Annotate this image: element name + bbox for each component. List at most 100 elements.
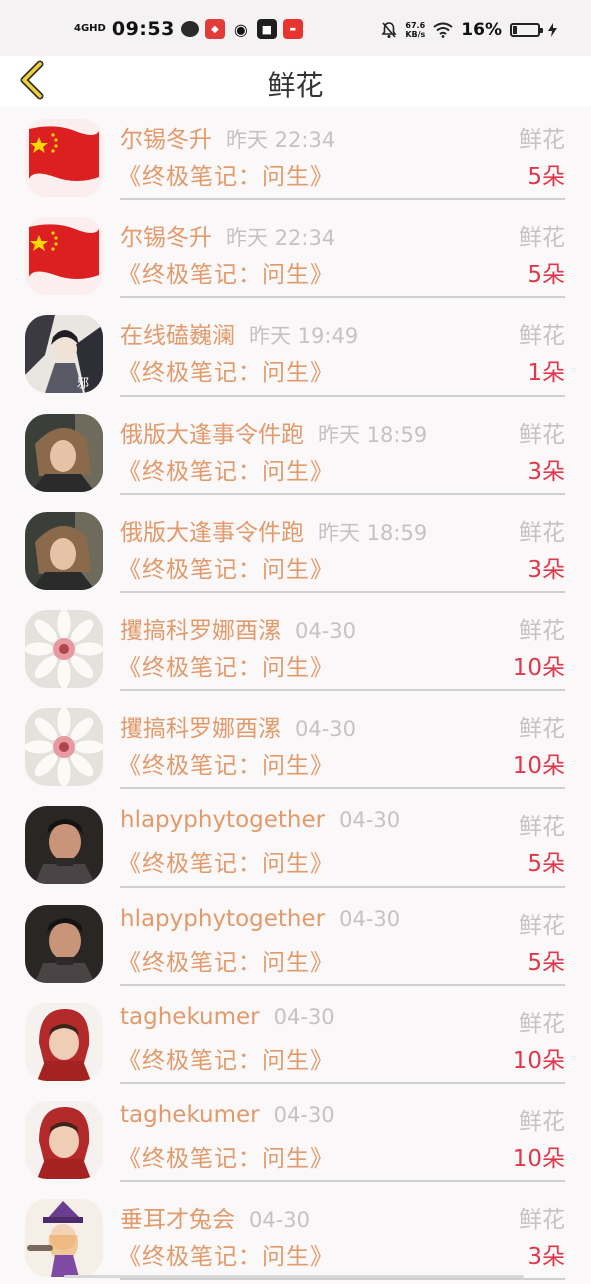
gift-time: 昨天 18:59 [318, 422, 428, 447]
sender-name[interactable]: taghekumer 04-30 [120, 1102, 335, 1128]
child-avatar[interactable] [25, 1002, 103, 1081]
svg-text:邪: 邪 [77, 376, 89, 390]
list-item[interactable]: 邪 在线磕巍澜 昨天 19:49 《终极笔记：问生》 鲜花 1朵 [0, 302, 591, 400]
book-title[interactable]: 《终极笔记：问生》 [118, 648, 334, 682]
gift-time: 04-30 [249, 1208, 311, 1233]
divider [120, 689, 565, 692]
book-title[interactable]: 《终极笔记：问生》 [118, 550, 334, 584]
clock: 09:53 [111, 18, 175, 40]
wechat-icon [180, 21, 199, 37]
book-title[interactable]: 《终极笔记：问生》 [118, 255, 334, 289]
sender-name[interactable]: 尔锡冬升 昨天 22:34 [120, 120, 335, 154]
network-indicator: 4GHD [74, 23, 106, 34]
gift-time: 04-30 [295, 717, 357, 742]
list-item[interactable]: 尔锡冬升 昨天 22:34 《终极笔记：问生》 鲜花 5朵 [0, 204, 591, 302]
gift-count: 5朵 [527, 262, 565, 289]
gift-time: 04-30 [273, 1004, 335, 1029]
list-item[interactable]: hlapyphytogether 04-30 《终极笔记：问生》 鲜花 5朵 [0, 793, 591, 891]
sender-name[interactable]: taghekumer 04-30 [120, 1004, 335, 1030]
portrait-avatar[interactable] [25, 413, 103, 492]
gift-count: 10朵 [512, 1047, 565, 1074]
list-item[interactable]: 俄版大逢事令件跑 昨天 18:59 《终极笔记：问生》 鲜花 3朵 [0, 499, 591, 597]
gift-time: 昨天 18:59 [318, 520, 428, 545]
sender-name[interactable]: hlapyphytogether 04-30 [120, 807, 400, 833]
tieba-icon: ■ [256, 19, 277, 39]
flag-icon[interactable] [25, 119, 103, 197]
sender-name[interactable]: 垂耳才兔会 04-30 [120, 1200, 310, 1234]
book-title[interactable]: 《终极笔记：问生》 [118, 452, 334, 486]
divider [120, 590, 565, 593]
gift-type: 鲜花 [519, 617, 565, 644]
divider [120, 787, 565, 790]
book-title[interactable]: 《终极笔记：问生》 [118, 844, 334, 878]
list-item[interactable]: 尔锡冬升 昨天 22:34 《终极笔记：问生》 鲜花 5朵 [0, 106, 591, 204]
illustration-avatar[interactable]: 邪 [25, 315, 103, 394]
gift-type: 鲜花 [519, 716, 565, 743]
app-notification-icon: ◆ [204, 19, 225, 39]
divider [120, 394, 565, 397]
sender-name[interactable]: 在线磕巍澜 昨天 19:49 [120, 316, 358, 350]
gift-type: 鲜花 [519, 814, 565, 841]
gift-time: 04-30 [273, 1102, 335, 1127]
sender-name[interactable]: 俄版大逢事令件跑 昨天 18:59 [120, 513, 427, 547]
book-title[interactable]: 《终极笔记：问生》 [118, 746, 334, 780]
gift-time: 04-30 [339, 906, 401, 931]
gift-type: 鲜花 [519, 1108, 565, 1135]
nav-bar: 鲜花 [0, 56, 591, 106]
home-indicator [64, 1275, 524, 1278]
gift-type: 鲜花 [519, 519, 565, 546]
mute-bell-icon [381, 22, 397, 38]
list-item[interactable]: taghekumer 04-30 《终极笔记：问生》 鲜花 10朵 [0, 1088, 591, 1186]
book-title[interactable]: 《终极笔记：问生》 [118, 1041, 334, 1075]
network-speed: 67.6 KB/s [405, 21, 426, 39]
book-title[interactable]: 《终极笔记：问生》 [118, 353, 334, 387]
gift-type: 鲜花 [519, 225, 565, 252]
divider [120, 983, 565, 986]
battery-icon [510, 23, 543, 37]
gift-time: 昨天 22:34 [226, 226, 336, 251]
flower-gift-list: 尔锡冬升 昨天 22:34 《终极笔记：问生》 鲜花 5朵 尔锡冬升 昨天 22:3… [0, 106, 591, 1284]
gift-type: 鲜花 [519, 323, 565, 350]
list-item[interactable]: hlapyphytogether 04-30 《终极笔记：问生》 鲜花 5朵 [0, 892, 591, 990]
flower-avatar[interactable] [25, 708, 103, 787]
list-item[interactable]: 垂耳才兔会 04-30 《终极笔记：问生》 鲜花 3朵 [0, 1186, 591, 1284]
book-title[interactable]: 《终极笔记：问生》 [118, 943, 334, 977]
man-avatar[interactable] [25, 806, 103, 885]
divider [120, 198, 565, 201]
book-title[interactable]: 《终极笔记：问生》 [118, 1139, 334, 1173]
battery-percent: 16% [461, 20, 502, 40]
child-avatar[interactable] [25, 1100, 103, 1179]
gift-count: 10朵 [512, 753, 565, 780]
gift-type: 鲜花 [519, 421, 565, 448]
list-item[interactable]: 攫搞科罗娜酉漯 04-30 《终极笔记：问生》 鲜花 10朵 [0, 597, 591, 695]
gift-type: 鲜花 [519, 912, 565, 939]
flag-icon[interactable] [25, 217, 103, 296]
gift-count: 10朵 [512, 654, 565, 681]
sender-name[interactable]: 俄版大逢事令件跑 昨天 18:59 [120, 415, 427, 449]
book-title[interactable]: 《终极笔记：问生》 [118, 1237, 334, 1271]
list-item[interactable]: taghekumer 04-30 《终极笔记：问生》 鲜花 10朵 [0, 990, 591, 1088]
list-item[interactable]: 俄版大逢事令件跑 昨天 18:59 《终极笔记：问生》 鲜花 3朵 [0, 401, 591, 499]
gift-time: 04-30 [339, 808, 401, 833]
gift-count: 5朵 [527, 164, 565, 190]
sender-name[interactable]: 攫搞科罗娜酉漯 04-30 [120, 611, 356, 645]
gift-type: 鲜花 [519, 1207, 565, 1234]
gift-count: 5朵 [527, 949, 565, 976]
divider [120, 492, 565, 495]
sender-name[interactable]: 攫搞科罗娜酉漯 04-30 [120, 709, 356, 743]
man-avatar[interactable] [25, 904, 103, 983]
gift-time: 04-30 [295, 618, 357, 643]
flower-avatar[interactable] [25, 609, 103, 688]
divider [120, 296, 565, 299]
sender-name[interactable]: hlapyphytogether 04-30 [120, 906, 400, 932]
book-title[interactable]: 《终极笔记：问生》 [118, 157, 334, 191]
divider [120, 1180, 565, 1183]
wifi-icon [433, 22, 453, 38]
status-bar: 4GHD 09:53 ◆ ◉ ■ ▬ 67.6 KB/s 16% [0, 0, 591, 56]
gift-count: 5朵 [527, 851, 565, 878]
gift-time: 昨天 19:49 [249, 324, 359, 349]
cartoon-avatar[interactable] [25, 1199, 103, 1278]
list-item[interactable]: 攫搞科罗娜酉漯 04-30 《终极笔记：问生》 鲜花 10朵 [0, 695, 591, 793]
sender-name[interactable]: 尔锡冬升 昨天 22:34 [120, 218, 335, 252]
portrait-avatar[interactable] [25, 511, 103, 590]
